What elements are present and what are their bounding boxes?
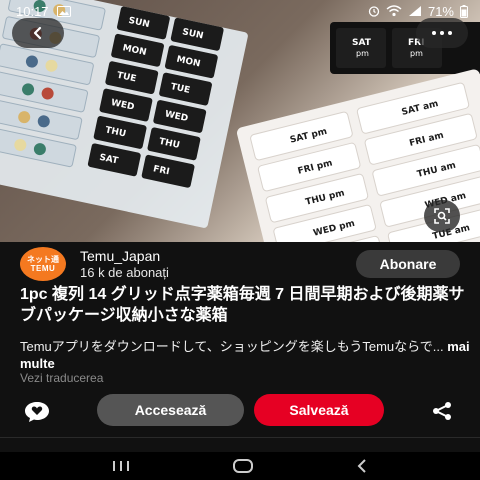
recent-apps-icon[interactable] (111, 459, 131, 473)
pin-image[interactable]: SUN SUN MON MON TUE TUE WED WED THU THU SAT FR… (0, 0, 480, 242)
status-bar: 10:17 71% (0, 0, 480, 22)
subscribe-button[interactable]: Abonare (356, 250, 460, 278)
share-button[interactable] (431, 401, 453, 426)
pin-title: 1pc 複列 14 グリッド点字薬箱毎週 7 日間早期および後期薬サブパッケージ… (20, 286, 465, 324)
system-navigation-bar (0, 452, 480, 480)
home-icon[interactable] (232, 458, 254, 474)
wifi-icon (386, 5, 402, 17)
back-button[interactable] (12, 18, 64, 48)
more-dot-icon (432, 31, 436, 35)
chevron-left-icon (33, 26, 42, 40)
signal-icon (408, 6, 421, 16)
comment-button[interactable] (24, 401, 50, 428)
gallery-notification-icon (56, 5, 71, 17)
avatar-line-bottom: TEMU (30, 263, 56, 273)
alarm-icon (368, 6, 380, 17)
divider (0, 437, 480, 438)
battery-icon (460, 4, 468, 18)
pin-description-text: Temuアプリをダウンロードして、ショッピングを楽しもうTemuならで... (20, 339, 444, 354)
translate-link[interactable]: Vezi traducerea (20, 371, 103, 385)
more-dot-icon (440, 31, 444, 35)
subscriber-count: 16 k de abonați (80, 265, 169, 280)
status-time: 10:17 (16, 3, 49, 19)
save-button[interactable]: Salvează (254, 394, 384, 426)
pill-organizer-illustration: SUNSUN MONMON TUETUE WEDWED THUTHU SATFR… (0, 0, 480, 242)
action-bar: Accesează Salvează (0, 393, 480, 429)
avatar[interactable]: ネット通 TEMU (20, 247, 66, 281)
visual-search-button[interactable] (424, 200, 460, 232)
visit-site-button[interactable]: Accesează (97, 394, 244, 426)
battery-percent: 71% (427, 3, 454, 19)
svg-text:pm: pm (356, 49, 369, 58)
channel-row: ネット通 TEMU Temu_Japan 16 k de abonați Abo… (0, 242, 480, 286)
pin-description: Temuアプリをダウンロードして、ショッピングを楽しもうTemuならで... m… (20, 338, 470, 372)
comment-icon (25, 402, 49, 422)
avatar-line-top: ネット通 (27, 254, 59, 264)
svg-text:pm: pm (410, 49, 423, 58)
more-options-button[interactable] (416, 18, 468, 48)
back-nav-icon[interactable] (355, 458, 369, 474)
svg-text:SAT: SAT (352, 38, 372, 48)
channel-name[interactable]: Temu_Japan (80, 248, 169, 264)
share-icon (433, 402, 451, 420)
lens-icon (434, 208, 450, 224)
more-dot-icon (448, 31, 452, 35)
